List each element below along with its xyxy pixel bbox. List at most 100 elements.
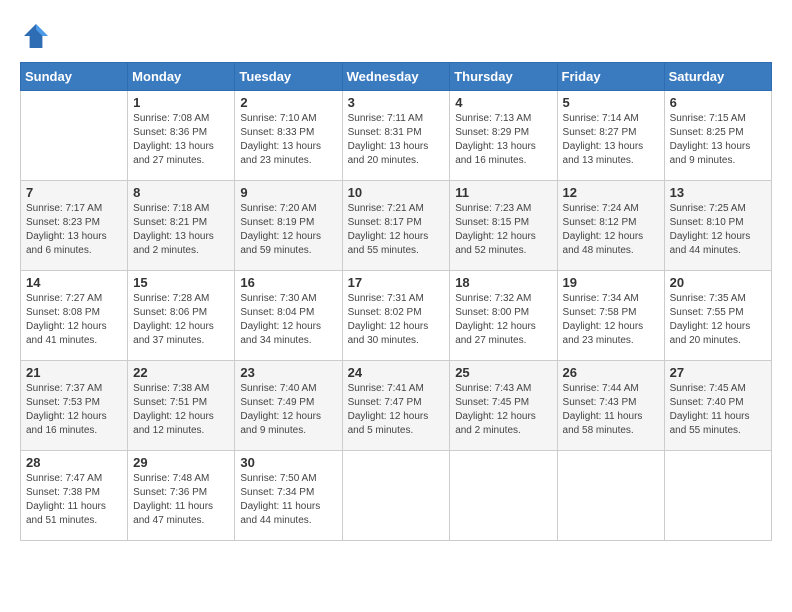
day-info: Sunrise: 7:28 AM Sunset: 8:06 PM Dayligh… xyxy=(133,292,229,348)
day-cell: 19 Sunrise: 7:34 AM Sunset: 7:58 PM Dayli… xyxy=(557,271,664,361)
day-number: 10 xyxy=(348,185,445,200)
page-header xyxy=(20,20,772,52)
day-number: 4 xyxy=(455,95,551,110)
day-info: Sunrise: 7:35 AM Sunset: 7:55 PM Dayligh… xyxy=(670,292,766,348)
day-number: 21 xyxy=(26,365,122,380)
day-cell: 8 Sunrise: 7:18 AM Sunset: 8:21 PM Daylig… xyxy=(128,181,235,271)
day-cell: 3Sunrise: 7:11 AM Sunset: 8:31 PM Daylig… xyxy=(342,91,450,181)
day-cell: 10 Sunrise: 7:21 AM Sunset: 8:17 PM Dayli… xyxy=(342,181,450,271)
day-info: Sunrise: 7:32 AM Sunset: 8:00 PM Dayligh… xyxy=(455,292,551,348)
week-row-1: 1 Sunrise: 7:08 AM Sunset: 8:36 PM Daylig… xyxy=(21,91,772,181)
day-number: 6 xyxy=(670,95,766,110)
day-number: 12 xyxy=(563,185,659,200)
day-number: 3 xyxy=(348,95,445,110)
column-header-wednesday: Wednesday xyxy=(342,63,450,91)
day-info: Sunrise: 7:08 AM Sunset: 8:36 PM Dayligh… xyxy=(133,112,229,168)
column-header-thursday: Thursday xyxy=(450,63,557,91)
day-cell: 22 Sunrise: 7:38 AM Sunset: 7:51 PM Dayli… xyxy=(128,361,235,451)
day-number: 25 xyxy=(455,365,551,380)
day-cell: 4 Sunrise: 7:13 AM Sunset: 8:29 PM Daylig… xyxy=(450,91,557,181)
column-header-sunday: Sunday xyxy=(21,63,128,91)
day-number: 8 xyxy=(133,185,229,200)
day-info: Sunrise: 7:44 AM Sunset: 7:43 PM Dayligh… xyxy=(563,382,659,438)
day-number: 30 xyxy=(240,455,336,470)
day-info: Sunrise: 7:13 AM Sunset: 8:29 PM Dayligh… xyxy=(455,112,551,168)
calendar-header: SundayMondayTuesdayWednesdayThursdayFrid… xyxy=(21,63,772,91)
day-info: Sunrise: 7:27 AM Sunset: 8:08 PM Dayligh… xyxy=(26,292,122,348)
column-header-friday: Friday xyxy=(557,63,664,91)
day-number: 1 xyxy=(133,95,229,110)
day-info: Sunrise: 7:23 AM Sunset: 8:15 PM Dayligh… xyxy=(455,202,551,258)
day-cell xyxy=(342,451,450,541)
day-info: Sunrise: 7:14 AM Sunset: 8:27 PM Dayligh… xyxy=(563,112,659,168)
day-cell xyxy=(557,451,664,541)
calendar-body: 1 Sunrise: 7:08 AM Sunset: 8:36 PM Daylig… xyxy=(21,91,772,541)
day-info: Sunrise: 7:17 AM Sunset: 8:23 PM Dayligh… xyxy=(26,202,122,258)
day-number: 18 xyxy=(455,275,551,290)
logo-icon xyxy=(20,20,52,52)
week-row-4: 21Sunrise: 7:37 AM Sunset: 7:53 PM Dayli… xyxy=(21,361,772,451)
day-number: 16 xyxy=(240,275,336,290)
day-cell xyxy=(664,451,771,541)
day-number: 2 xyxy=(240,95,336,110)
header-row: SundayMondayTuesdayWednesdayThursdayFrid… xyxy=(21,63,772,91)
day-info: Sunrise: 7:21 AM Sunset: 8:17 PM Dayligh… xyxy=(348,202,445,258)
day-info: Sunrise: 7:10 AM Sunset: 8:33 PM Dayligh… xyxy=(240,112,336,168)
day-number: 11 xyxy=(455,185,551,200)
day-number: 15 xyxy=(133,275,229,290)
logo xyxy=(20,20,56,52)
day-info: Sunrise: 7:40 AM Sunset: 7:49 PM Dayligh… xyxy=(240,382,336,438)
day-number: 22 xyxy=(133,365,229,380)
day-cell: 24 Sunrise: 7:41 AM Sunset: 7:47 PM Dayli… xyxy=(342,361,450,451)
day-cell: 11 Sunrise: 7:23 AM Sunset: 8:15 PM Dayli… xyxy=(450,181,557,271)
day-number: 20 xyxy=(670,275,766,290)
day-info: Sunrise: 7:50 AM Sunset: 7:34 PM Dayligh… xyxy=(240,472,336,528)
day-cell: 30 Sunrise: 7:50 AM Sunset: 7:34 PM Dayli… xyxy=(235,451,342,541)
week-row-5: 28Sunrise: 7:47 AM Sunset: 7:38 PM Dayli… xyxy=(21,451,772,541)
day-number: 26 xyxy=(563,365,659,380)
day-info: Sunrise: 7:24 AM Sunset: 8:12 PM Dayligh… xyxy=(563,202,659,258)
day-cell: 20 Sunrise: 7:35 AM Sunset: 7:55 PM Dayli… xyxy=(664,271,771,361)
day-info: Sunrise: 7:18 AM Sunset: 8:21 PM Dayligh… xyxy=(133,202,229,258)
week-row-3: 14Sunrise: 7:27 AM Sunset: 8:08 PM Dayli… xyxy=(21,271,772,361)
day-cell: 16 Sunrise: 7:30 AM Sunset: 8:04 PM Dayli… xyxy=(235,271,342,361)
day-number: 24 xyxy=(348,365,445,380)
day-info: Sunrise: 7:48 AM Sunset: 7:36 PM Dayligh… xyxy=(133,472,229,528)
day-cell: 15 Sunrise: 7:28 AM Sunset: 8:06 PM Dayli… xyxy=(128,271,235,361)
day-cell: 12 Sunrise: 7:24 AM Sunset: 8:12 PM Dayli… xyxy=(557,181,664,271)
day-number: 17 xyxy=(348,275,445,290)
day-info: Sunrise: 7:15 AM Sunset: 8:25 PM Dayligh… xyxy=(670,112,766,168)
week-row-2: 7 Sunrise: 7:17 AM Sunset: 8:23 PM Daylig… xyxy=(21,181,772,271)
day-cell: 21Sunrise: 7:37 AM Sunset: 7:53 PM Dayli… xyxy=(21,361,128,451)
day-info: Sunrise: 7:38 AM Sunset: 7:51 PM Dayligh… xyxy=(133,382,229,438)
day-info: Sunrise: 7:47 AM Sunset: 7:38 PM Dayligh… xyxy=(26,472,122,528)
day-number: 5 xyxy=(563,95,659,110)
day-cell: 27 Sunrise: 7:45 AM Sunset: 7:40 PM Dayli… xyxy=(664,361,771,451)
day-cell: 25 Sunrise: 7:43 AM Sunset: 7:45 PM Dayli… xyxy=(450,361,557,451)
day-info: Sunrise: 7:34 AM Sunset: 7:58 PM Dayligh… xyxy=(563,292,659,348)
day-number: 7 xyxy=(26,185,122,200)
day-cell: 9 Sunrise: 7:20 AM Sunset: 8:19 PM Daylig… xyxy=(235,181,342,271)
day-cell: 26 Sunrise: 7:44 AM Sunset: 7:43 PM Dayli… xyxy=(557,361,664,451)
day-number: 9 xyxy=(240,185,336,200)
day-info: Sunrise: 7:20 AM Sunset: 8:19 PM Dayligh… xyxy=(240,202,336,258)
calendar-table: SundayMondayTuesdayWednesdayThursdayFrid… xyxy=(20,62,772,541)
day-info: Sunrise: 7:41 AM Sunset: 7:47 PM Dayligh… xyxy=(348,382,445,438)
day-info: Sunrise: 7:31 AM Sunset: 8:02 PM Dayligh… xyxy=(348,292,445,348)
day-cell xyxy=(21,91,128,181)
column-header-saturday: Saturday xyxy=(664,63,771,91)
column-header-tuesday: Tuesday xyxy=(235,63,342,91)
day-info: Sunrise: 7:45 AM Sunset: 7:40 PM Dayligh… xyxy=(670,382,766,438)
day-cell: 1 Sunrise: 7:08 AM Sunset: 8:36 PM Daylig… xyxy=(128,91,235,181)
day-number: 13 xyxy=(670,185,766,200)
day-cell: 5 Sunrise: 7:14 AM Sunset: 8:27 PM Daylig… xyxy=(557,91,664,181)
day-cell: 29 Sunrise: 7:48 AM Sunset: 7:36 PM Dayli… xyxy=(128,451,235,541)
day-info: Sunrise: 7:30 AM Sunset: 8:04 PM Dayligh… xyxy=(240,292,336,348)
day-cell: 28Sunrise: 7:47 AM Sunset: 7:38 PM Dayli… xyxy=(21,451,128,541)
day-number: 29 xyxy=(133,455,229,470)
day-cell: 17 Sunrise: 7:31 AM Sunset: 8:02 PM Dayli… xyxy=(342,271,450,361)
day-info: Sunrise: 7:43 AM Sunset: 7:45 PM Dayligh… xyxy=(455,382,551,438)
day-number: 19 xyxy=(563,275,659,290)
day-number: 27 xyxy=(670,365,766,380)
day-number: 23 xyxy=(240,365,336,380)
